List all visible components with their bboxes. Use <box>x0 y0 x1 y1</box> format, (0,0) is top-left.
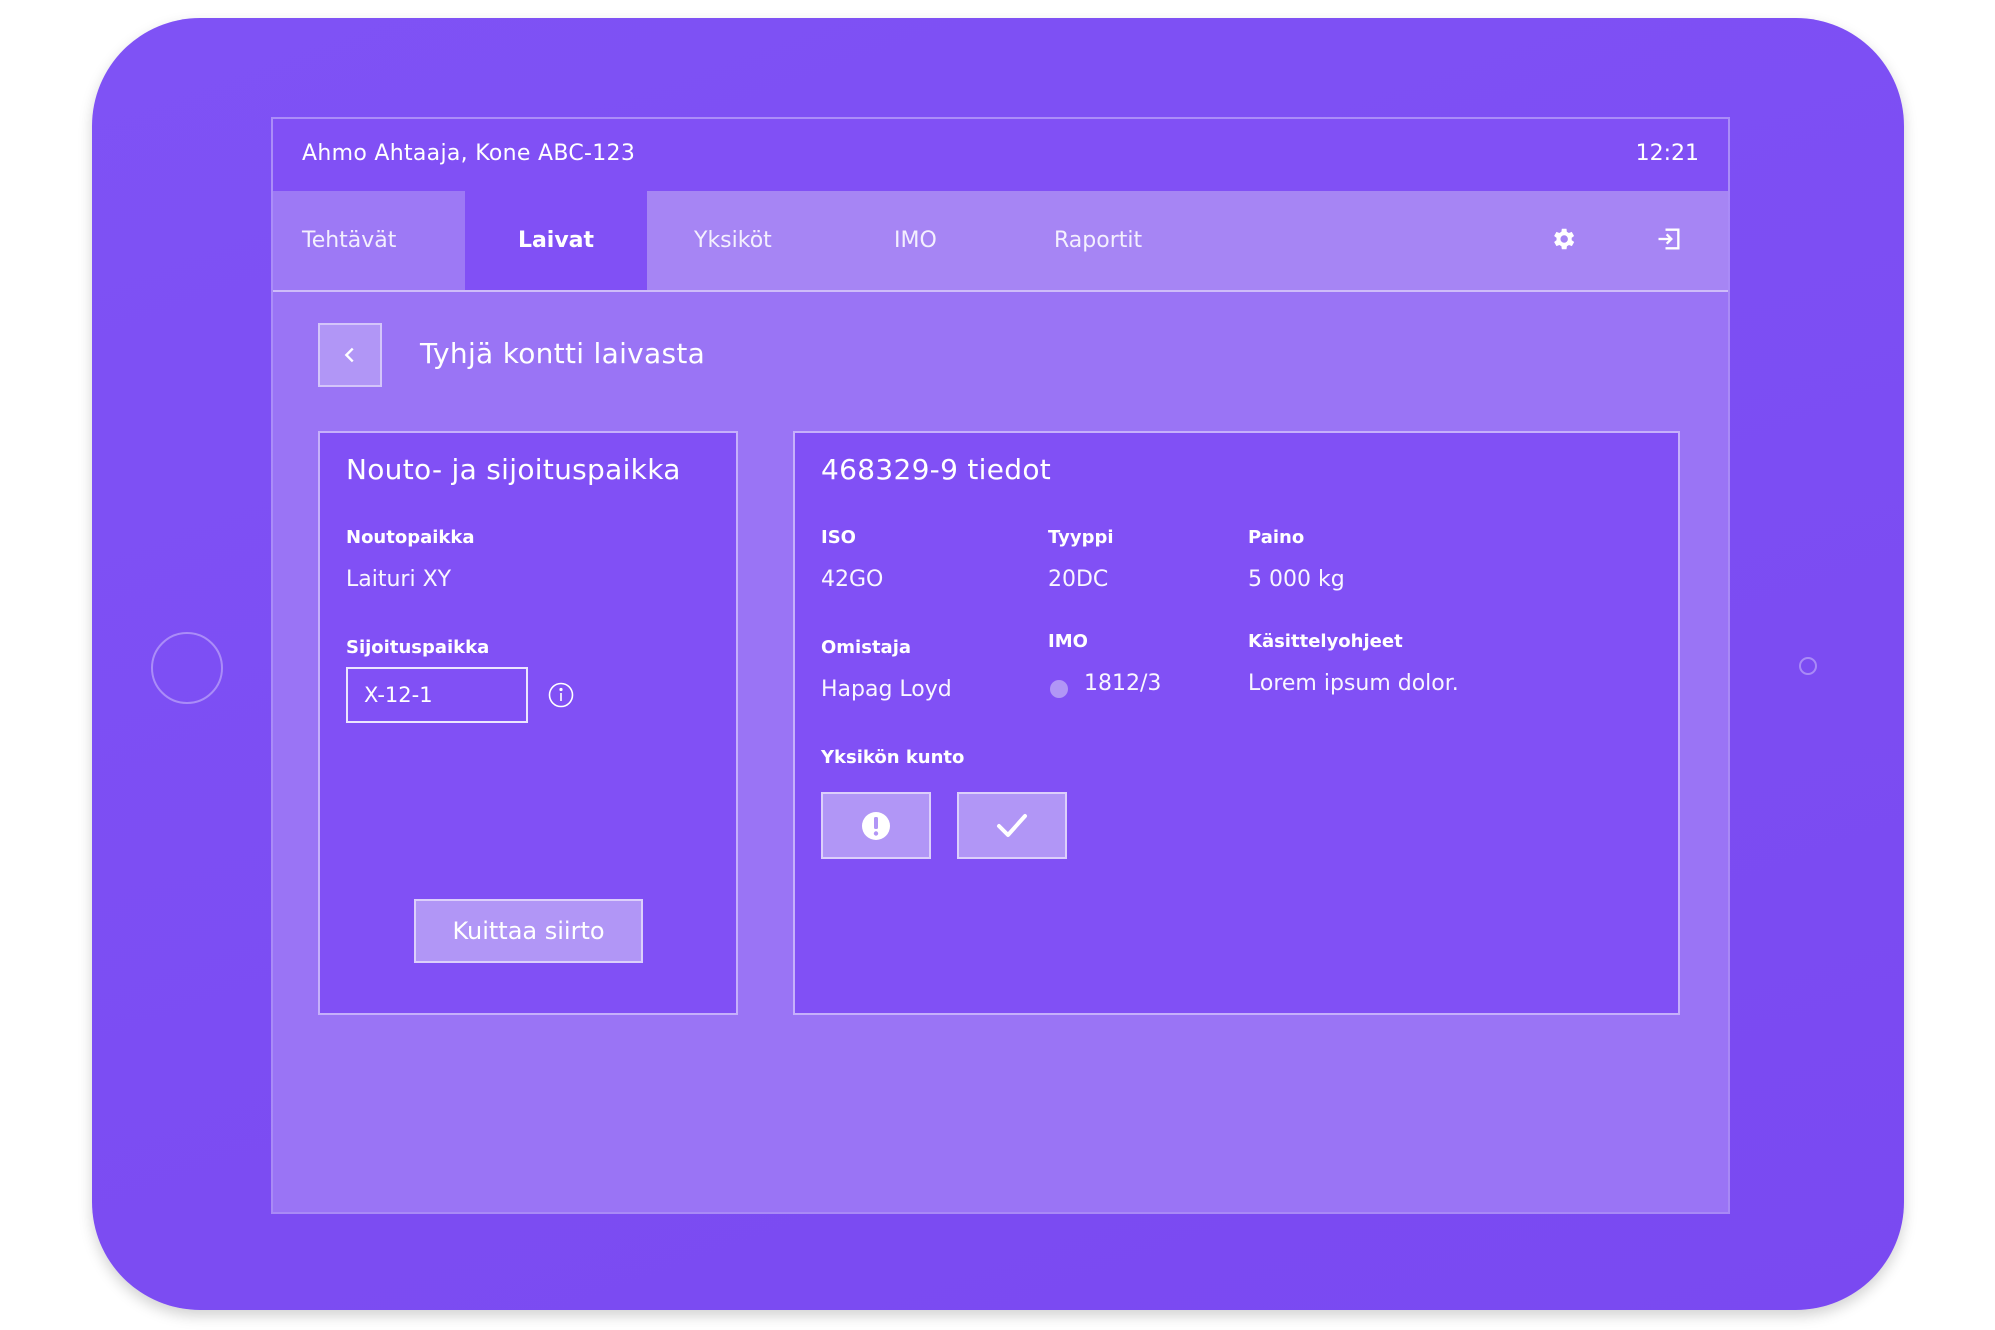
handling-label: Käsittelyohjeet <box>1248 631 1403 652</box>
imo-value: 1812/3 <box>1084 671 1162 696</box>
placement-label: Sijoituspaikka <box>346 637 490 658</box>
location-card-title: Nouto- ja sijoituspaikka <box>346 453 681 486</box>
camera-dot <box>1799 657 1817 675</box>
iso-value: 42GO <box>821 567 884 592</box>
imo-dot-icon <box>1050 680 1068 698</box>
weight-label: Paino <box>1248 527 1305 548</box>
condition-label: Yksikön kunto <box>821 747 965 768</box>
weight-value: 5 000 kg <box>1248 567 1345 592</box>
tab-imo[interactable]: IMO <box>894 191 937 290</box>
info-icon[interactable] <box>548 682 574 708</box>
owner-label: Omistaja <box>821 637 912 658</box>
check-icon <box>997 813 1027 837</box>
type-label: Tyyppi <box>1048 527 1114 548</box>
container-details-card: 468329-9 tiedot ISO 42GO Tyyppi 20DC Pai… <box>793 431 1680 1015</box>
condition-damaged-button[interactable] <box>821 792 931 859</box>
tab-yksikot[interactable]: Yksiköt <box>694 191 772 290</box>
handling-value: Lorem ipsum dolor. <box>1248 671 1459 696</box>
placement-input[interactable] <box>346 667 528 723</box>
confirm-transfer-button[interactable]: Kuittaa siirto <box>414 899 643 963</box>
condition-ok-button[interactable] <box>957 792 1067 859</box>
type-value: 20DC <box>1048 567 1109 592</box>
gear-icon[interactable] <box>1547 223 1579 255</box>
back-button[interactable] <box>318 323 382 387</box>
page-title: Tyhjä kontti laivasta <box>420 337 706 370</box>
app-screen: Ahmo Ahtaaja, Kone ABC-123 12:21 Tehtävä… <box>271 117 1730 1214</box>
owner-value: Hapag Loyd <box>821 677 952 702</box>
details-card-title: 468329-9 tiedot <box>821 453 1052 486</box>
tab-raportit[interactable]: Raportit <box>1054 191 1142 290</box>
tab-laivat[interactable]: Laivat <box>465 191 647 290</box>
status-bar: Ahmo Ahtaaja, Kone ABC-123 12:21 <box>273 119 1728 191</box>
main-nav: Tehtävät Laivat Yksiköt IMO Raportit <box>273 191 1728 292</box>
imo-label: IMO <box>1048 631 1088 652</box>
iso-label: ISO <box>821 527 856 548</box>
home-button[interactable] <box>151 632 223 704</box>
pickup-value: Laituri XY <box>346 567 452 592</box>
logout-icon[interactable] <box>1653 223 1685 255</box>
pickup-label: Noutopaikka <box>346 527 475 548</box>
chevron-left-icon <box>344 347 354 363</box>
clock: 12:21 <box>1635 141 1699 166</box>
alert-icon <box>862 811 890 840</box>
operator-label: Ahmo Ahtaaja, Kone ABC-123 <box>302 141 636 166</box>
tab-tehtavat[interactable]: Tehtävät <box>273 191 465 290</box>
location-card: Nouto- ja sijoituspaikka Noutopaikka Lai… <box>318 431 738 1015</box>
